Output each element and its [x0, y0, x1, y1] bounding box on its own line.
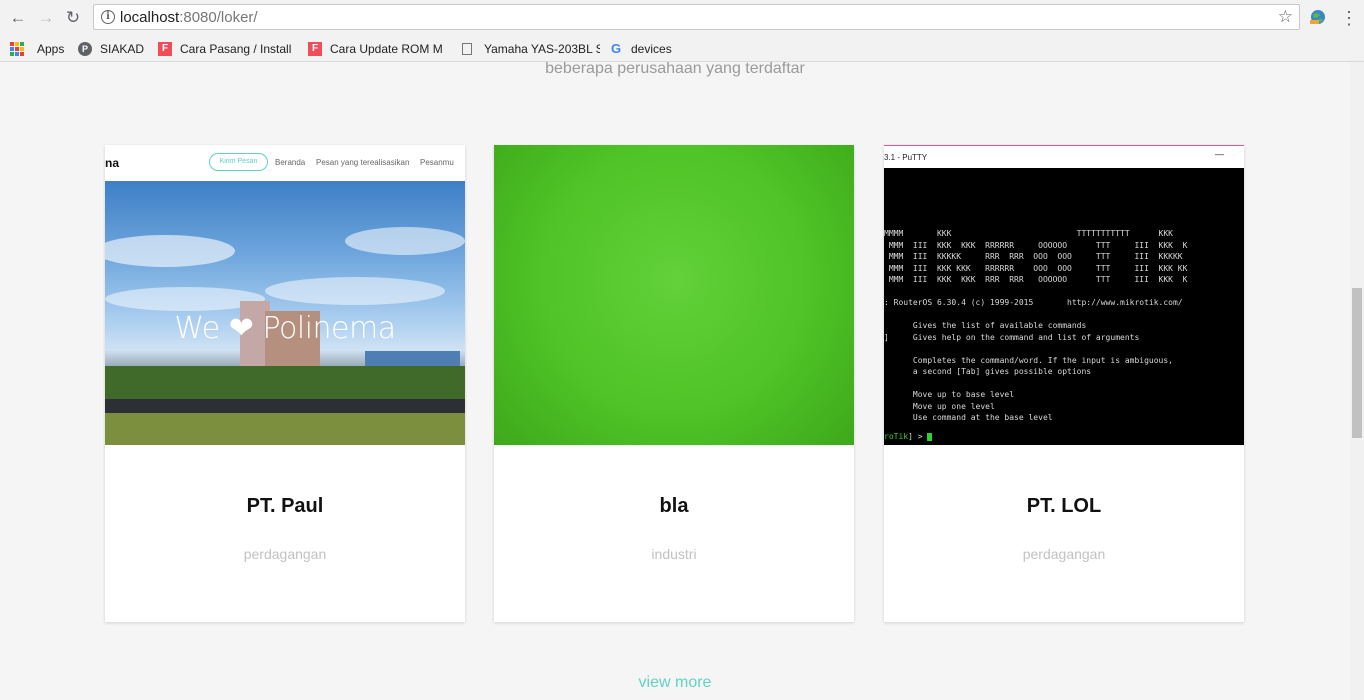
company-thumbnail: na Kirim Pesan Beranda Pesan yang tereal…: [105, 145, 465, 445]
company-name: bla: [659, 495, 689, 517]
thumbnail-link: Pesan yang terealisasikan: [316, 158, 410, 167]
company-card[interactable]: bla industri: [494, 145, 854, 622]
address-bar[interactable]: i localhost:8080/loker/ ☆: [93, 4, 1300, 30]
url-text[interactable]: localhost:8080/loker/: [120, 9, 258, 26]
bookmark-label: Apps: [37, 42, 65, 56]
bookmark-yamaha[interactable]: Yamaha YAS-203BL S: [460, 40, 600, 58]
company-thumbnail: 3.1 - PuTTY — MMMM KKK TTTTTTTTTTT KKK M…: [884, 145, 1244, 445]
thumbnail-hero-text: We ❤ Polinema: [174, 311, 396, 346]
company-card[interactable]: 3.1 - PuTTY — MMMM KKK TTTTTTTTTTT KKK M…: [884, 145, 1244, 622]
bookmark-label: Cara Update ROM M: [330, 42, 443, 56]
company-category: perdagangan: [243, 546, 327, 562]
thumbnail-hero-photo: We ❤ Polinema: [105, 181, 465, 445]
scrollbar-thumb[interactable]: [1352, 288, 1362, 438]
bookmark-cara-update[interactable]: F Cara Update ROM M: [308, 40, 446, 58]
browser-menu-icon[interactable]: ⋮: [1340, 8, 1358, 28]
terminal-screen: MMMM KKK TTTTTTTTTTT KKK MMM III KKK KKK…: [884, 168, 1244, 445]
putty-titlebar: 3.1 - PuTTY —: [884, 145, 1244, 169]
f-square-icon: F: [158, 42, 172, 56]
thumbnail-logo: na: [105, 156, 120, 170]
company-category: industri: [651, 546, 697, 562]
company-name: PT. Paul: [246, 495, 324, 517]
browser-toolbar: ← → ↻ i localhost:8080/loker/ ☆ ⋮: [0, 0, 1364, 36]
site-info-icon[interactable]: i: [101, 10, 115, 24]
back-arrow-icon[interactable]: ←: [8, 8, 28, 28]
page-icon: [462, 43, 472, 55]
f-square-icon: F: [308, 42, 322, 56]
bookmark-label: Cara Pasang / Install: [180, 42, 292, 56]
bookmarks-bar: Apps P SIAKAD F Cara Pasang / Install F …: [0, 36, 1364, 62]
bookmark-devices[interactable]: G devices: [609, 40, 672, 58]
page-scrollbar[interactable]: [1350, 62, 1364, 700]
minimize-icon: —: [1215, 149, 1224, 159]
terminal-cursor: [927, 432, 933, 441]
company-category: perdagangan: [1022, 546, 1106, 562]
thumbnail-link: Beranda: [275, 158, 306, 167]
p-circle-icon: P: [78, 42, 92, 56]
terminal-output: MMMM KKK TTTTTTTTTTT KKK MMM III KKK KKK…: [884, 229, 1188, 422]
thumbnail-site-nav: na Kirim Pesan Beranda Pesan yang tereal…: [105, 145, 465, 181]
company-thumbnail: [494, 145, 854, 445]
page-content: beberapa perusahaan yang terdaftar na Ki…: [0, 62, 1350, 700]
bookmark-label: SIAKAD: [100, 42, 145, 56]
company-card[interactable]: na Kirim Pesan Beranda Pesan yang tereal…: [105, 145, 465, 622]
section-subtitle: beberapa perusahaan yang terdaftar: [545, 62, 805, 77]
bookmark-star-icon[interactable]: ☆: [1278, 7, 1293, 27]
reload-icon[interactable]: ↻: [63, 8, 83, 28]
bookmark-label: Yamaha YAS-203BL S: [484, 42, 600, 56]
apps-grid-icon: [10, 42, 24, 56]
thumbnail-button: Kirim Pesan: [209, 153, 268, 171]
thumbnail-link: Pesanmu: [420, 158, 454, 167]
bookmark-label: devices: [631, 42, 672, 56]
google-icon: G: [610, 41, 622, 56]
extension-globe-icon[interactable]: [1308, 7, 1328, 27]
putty-window-title: 3.1 - PuTTY: [884, 153, 928, 162]
heart-icon: ❤: [228, 311, 254, 346]
bookmark-cara-pasang[interactable]: F Cara Pasang / Install: [158, 40, 294, 58]
terminal-prompt: roTik] >: [884, 432, 933, 441]
view-more-link[interactable]: view more: [0, 674, 1350, 692]
grass-texture-image: [494, 145, 854, 445]
company-name: PT. LOL: [1026, 495, 1102, 517]
forward-arrow-icon[interactable]: →: [36, 8, 56, 28]
bookmark-apps[interactable]: Apps: [10, 40, 64, 58]
bookmark-siakad[interactable]: P SIAKAD: [78, 40, 144, 58]
